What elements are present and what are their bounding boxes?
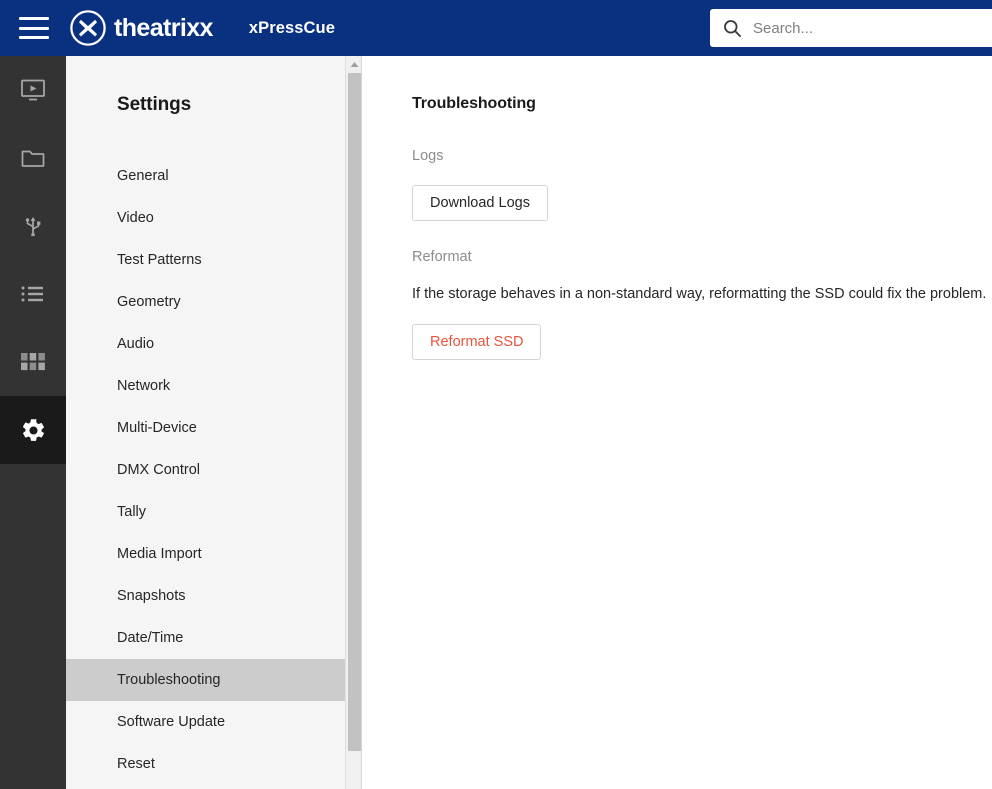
- main-content: Troubleshooting Logs Download Logs Refor…: [362, 56, 992, 789]
- app-header: theatrixx xPressCue: [0, 0, 992, 56]
- rail-item-settings[interactable]: [0, 396, 66, 464]
- scroll-up-arrow-icon: [350, 62, 359, 67]
- scrollbar-thumb[interactable]: [348, 73, 361, 751]
- logs-section-label: Logs: [412, 148, 444, 164]
- list-icon: [21, 286, 43, 302]
- grid-icon: [21, 353, 45, 371]
- sidebar-item-snapshots[interactable]: Snapshots: [66, 575, 362, 617]
- rail-item-media[interactable]: [0, 124, 66, 192]
- settings-sidebar: Settings General Video Test Patterns Geo…: [66, 56, 362, 789]
- brand[interactable]: theatrixx: [69, 9, 213, 47]
- sidebar-item-date-time[interactable]: Date/Time: [66, 617, 362, 659]
- brand-wordmark: theatrixx: [114, 13, 213, 42]
- search-icon: [724, 19, 742, 37]
- hamburger-menu-icon[interactable]: [19, 17, 49, 39]
- sidebar-item-general[interactable]: General: [66, 155, 362, 197]
- hamburger-bar: [19, 26, 49, 30]
- reformat-ssd-button[interactable]: Reformat SSD: [412, 324, 542, 360]
- settings-sidebar-title: Settings: [117, 94, 192, 115]
- search-input[interactable]: [753, 9, 992, 47]
- sidebar-item-video[interactable]: Video: [66, 197, 362, 239]
- usb-icon: [25, 217, 41, 237]
- hamburger-bar: [19, 36, 49, 39]
- sidebar-item-geometry[interactable]: Geometry: [66, 281, 362, 323]
- theatrixx-logo-icon: [70, 10, 106, 46]
- sidebar-item-reset[interactable]: Reset: [66, 743, 362, 785]
- sidebar-item-tally[interactable]: Tally: [66, 491, 362, 533]
- sidebar-item-test-patterns[interactable]: Test Patterns: [66, 239, 362, 281]
- sidebar-item-media-import[interactable]: Media Import: [66, 533, 362, 575]
- app-name: xPressCue: [248, 18, 336, 37]
- page-title: Troubleshooting: [412, 95, 536, 112]
- rail-item-grid[interactable]: [0, 328, 66, 396]
- sidebar-scrollbar[interactable]: [345, 56, 362, 789]
- sidebar-item-dmx-control[interactable]: DMX Control: [66, 449, 362, 491]
- sidebar-item-network[interactable]: Network: [66, 365, 362, 407]
- playback-monitor-icon: [21, 79, 45, 101]
- download-logs-button[interactable]: Download Logs: [412, 185, 548, 221]
- rail-item-playback[interactable]: [0, 56, 66, 124]
- reformat-description: If the storage behaves in a non-standard…: [412, 286, 987, 302]
- sidebar-item-multi-device[interactable]: Multi-Device: [66, 407, 362, 449]
- sidebar-divider: [361, 56, 362, 789]
- sidebar-item-audio[interactable]: Audio: [66, 323, 362, 365]
- hamburger-bar: [19, 17, 49, 20]
- reformat-section-label: Reformat: [412, 249, 472, 265]
- gear-icon: [22, 418, 44, 441]
- rail-item-playlist[interactable]: [0, 260, 66, 328]
- settings-sidebar-list: General Video Test Patterns Geometry Aud…: [66, 155, 362, 785]
- rail-item-usb[interactable]: [0, 192, 66, 260]
- sidebar-item-software-update[interactable]: Software Update: [66, 701, 362, 743]
- search-bar[interactable]: [710, 9, 992, 47]
- sidebar-item-troubleshooting[interactable]: Troubleshooting: [66, 659, 362, 701]
- icon-rail: [0, 56, 66, 789]
- folder-icon: [21, 150, 45, 167]
